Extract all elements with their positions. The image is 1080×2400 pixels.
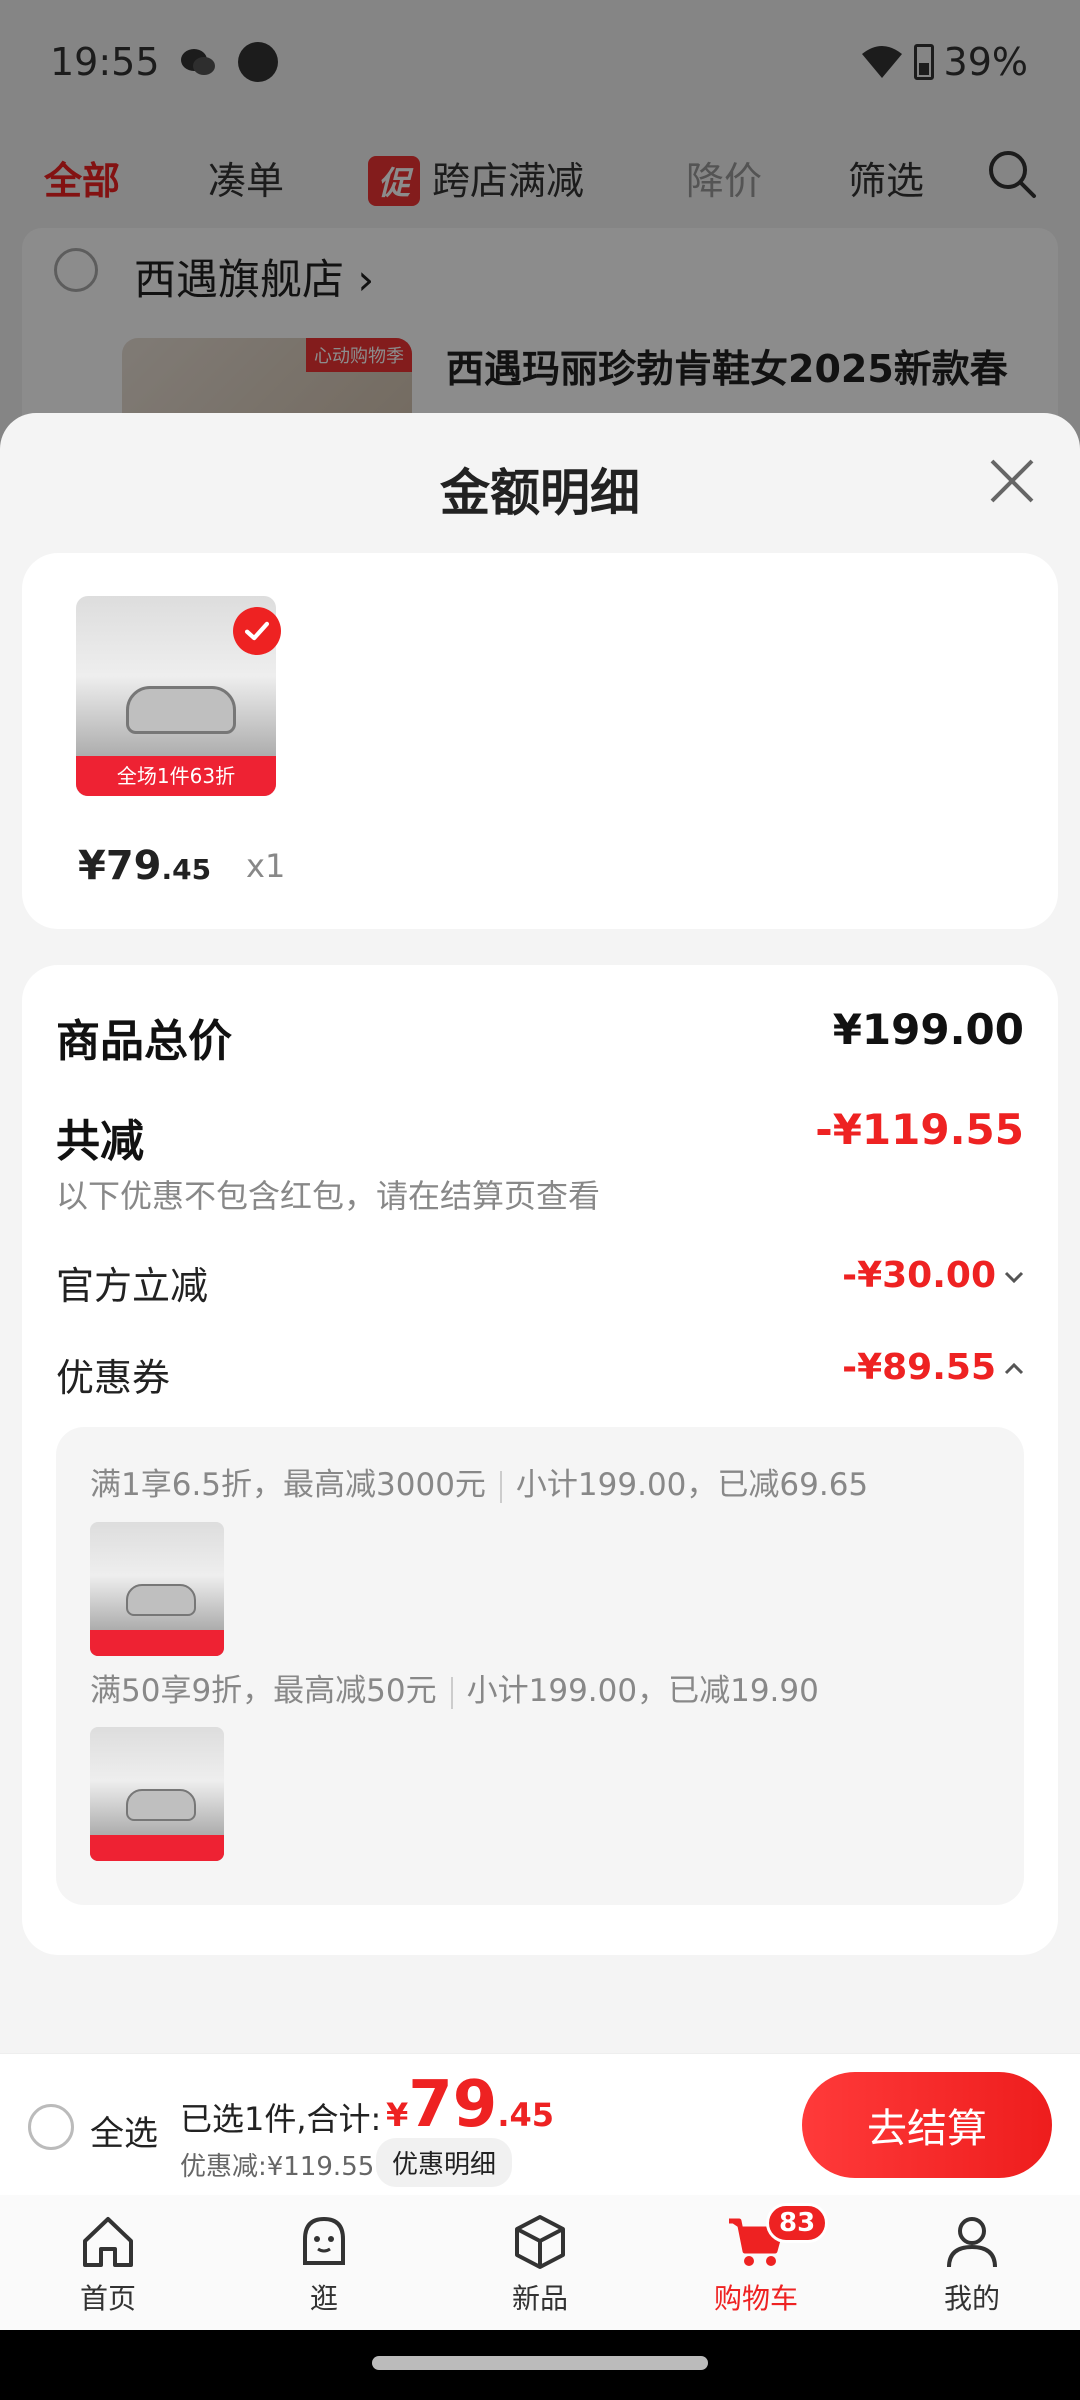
close-icon <box>990 459 1034 503</box>
shoe-image <box>126 686 236 734</box>
home-icon <box>83 2217 133 2267</box>
official-discount-value-wrap: -¥30.00 <box>842 1255 1024 1296</box>
amount-detail-sheet: 金额明细 全场1件63折 ¥79.45 x1 商品总价 ¥199.00 共减 -… <box>0 413 1080 2053</box>
select-all-label[interactable]: 全选 <box>90 2106 158 2155</box>
item-thumb-band: 全场1件63折 <box>76 756 276 796</box>
item-price: ¥79.45 <box>78 843 212 889</box>
bottom-tab-bar: 首页 逛 新品 83 购物车 我的 <box>0 2195 1080 2330</box>
coupon-rule: 满1享6.5折，最高减3000元 小计199.00，已减69.65 <box>90 1467 869 1503</box>
tab-label: 新品 <box>511 2282 568 2315</box>
discount-detail-button[interactable]: 优惠明细 <box>376 2138 513 2187</box>
selected-items-card: 全场1件63折 ¥79.45 x1 <box>22 553 1058 929</box>
selected-check-icon <box>233 607 281 655</box>
total-price-label: 商品总价 <box>56 1016 232 1067</box>
total-discount-value: -¥119.55 <box>815 1105 1024 1154</box>
item-quantity: x1 <box>246 847 286 885</box>
profile-icon <box>947 2217 997 2268</box>
coupon-item-thumbnail[interactable] <box>90 1522 224 1656</box>
chevron-up-icon[interactable] <box>1004 1363 1024 1375</box>
price-summary-card: 商品总价 ¥199.00 共减 -¥119.55 以下优惠不包含红包，请在结算页… <box>22 965 1058 1955</box>
checkout-bar: 全选 已选1件,合计: ¥79.45 优惠减:¥119.55 优惠明细 去结算 <box>0 2053 1080 2195</box>
chevron-down-icon[interactable] <box>1004 1271 1024 1283</box>
tab-cart[interactable]: 83 购物车 <box>696 2203 829 2317</box>
coupon-detail-box: 满1享6.5折，最高减3000元 小计199.00，已减69.65 满50享9折，… <box>56 1427 1024 1905</box>
coupon-value: -¥89.55 <box>842 1347 996 1388</box>
select-all-radio[interactable] <box>28 2104 74 2150</box>
tab-profile[interactable]: 我的 <box>912 2209 1032 2317</box>
selected-summary: 已选1件,合计: <box>180 2100 382 2138</box>
tab-label: 首页 <box>79 2282 136 2315</box>
system-nav-bar <box>0 2330 1080 2400</box>
tab-home[interactable]: 首页 <box>48 2209 168 2317</box>
new-products-icon <box>515 2215 565 2269</box>
sheet-title: 金额明细 <box>440 464 640 522</box>
coupon-value-wrap: -¥89.55 <box>842 1347 1024 1388</box>
home-indicator[interactable] <box>372 2356 708 2370</box>
total-price-value: ¥199.00 <box>832 1005 1024 1054</box>
tab-label: 逛 <box>309 2282 338 2315</box>
coupon-item-thumbnail[interactable] <box>90 1727 224 1861</box>
discount-note: 以下优惠不包含红包，请在结算页查看 <box>56 1177 601 1215</box>
tab-label: 我的 <box>943 2282 1000 2315</box>
tab-new-products[interactable]: 新品 <box>480 2209 600 2317</box>
coupon-rule: 满50享9折，最高减50元 小计199.00，已减19.90 <box>90 1673 819 1709</box>
official-discount-label: 官方立减 <box>56 1264 209 1308</box>
checkout-total-price: ¥79.45 <box>386 2068 555 2142</box>
tab-browse[interactable]: 逛 <box>264 2209 384 2317</box>
coupon-label: 优惠券 <box>56 1356 171 1400</box>
close-button[interactable] <box>984 453 1040 509</box>
saved-amount: 优惠减:¥119.55 <box>180 2152 375 2182</box>
cart-count-badge: 83 <box>766 2203 829 2243</box>
official-discount-value: -¥30.00 <box>842 1255 996 1296</box>
checkout-button[interactable]: 去结算 <box>802 2072 1052 2178</box>
background-page: 19:55 39% 全部 凑单 促跨店满减 降价 筛选 西遇旗舰店 › 心动购物… <box>0 0 1080 460</box>
browse-icon <box>303 2216 345 2265</box>
tab-label: 购物车 <box>713 2282 798 2315</box>
total-discount-label: 共减 <box>56 1116 144 1167</box>
dim-overlay[interactable] <box>0 0 1080 460</box>
